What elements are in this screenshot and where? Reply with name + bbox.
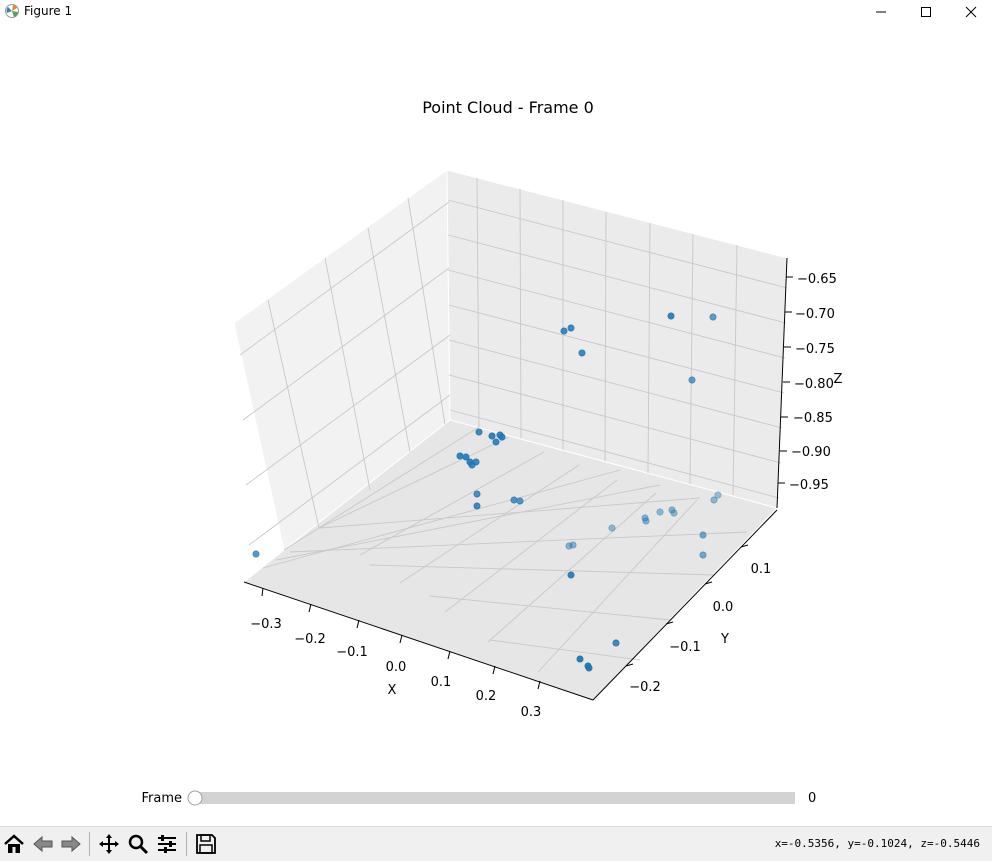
point-marker (468, 461, 476, 469)
point-marker (567, 571, 575, 579)
pan-button[interactable] (95, 831, 123, 857)
x-tick-label: 0.2 (476, 689, 497, 704)
point-marker (608, 524, 616, 532)
point-marker (656, 508, 664, 516)
minimize-icon (876, 11, 886, 13)
figure-canvas[interactable]: Point Cloud - Frame 0 −0.3 −0.2 −0.1 0.0… (0, 24, 992, 826)
zoom-icon (128, 834, 149, 855)
window-title: Figure 1 (24, 4, 73, 18)
toolbar-separator (89, 832, 90, 856)
home-button[interactable] (0, 831, 28, 857)
point-marker (510, 496, 518, 504)
point-marker (585, 664, 593, 672)
z-tick-label: −0.90 (791, 445, 831, 460)
z-tick-labels: −0.65 −0.70 −0.75 −0.80 −0.85 −0.90 −0.9… (789, 272, 837, 493)
slider-label: Frame (141, 791, 182, 806)
slider-handle[interactable] (187, 790, 203, 806)
x-tick-label: 0.3 (521, 705, 542, 720)
z-axis-label: Z (834, 372, 843, 387)
point-marker (498, 433, 506, 441)
point-marker (688, 376, 696, 384)
point-marker (516, 497, 524, 505)
save-button[interactable] (192, 831, 220, 857)
point-marker (670, 509, 678, 517)
y-tick-label: 0.0 (713, 600, 734, 615)
point-marker (714, 491, 722, 499)
point-marker (488, 432, 496, 440)
pan-icon (99, 834, 119, 854)
subplots-config-button[interactable] (153, 831, 181, 857)
x-tick-label: 0.1 (431, 675, 452, 690)
subplots-config-icon (158, 835, 176, 853)
back-button[interactable] (29, 831, 57, 857)
point-marker (475, 428, 483, 436)
point-marker (709, 313, 717, 321)
navigation-toolbar: x=-0.5356, y=-0.1024, z=-0.5446 (0, 826, 992, 861)
point-marker (642, 517, 650, 525)
point-marker (492, 438, 500, 446)
point-marker (252, 550, 260, 558)
point-marker (473, 490, 481, 498)
back-arrow-icon (33, 835, 53, 853)
point-marker (699, 551, 707, 559)
point-marker (473, 502, 481, 510)
plot-svg: Point Cloud - Frame 0 −0.3 −0.2 −0.1 0.0… (141, 98, 843, 806)
x-tick-label: −0.1 (336, 645, 368, 660)
figure-title: Point Cloud - Frame 0 (422, 98, 594, 117)
close-icon (965, 6, 977, 18)
zoom-button[interactable] (124, 831, 152, 857)
point-marker (612, 639, 620, 647)
z-tick-label: −0.80 (794, 377, 834, 392)
z-tick-label: −0.75 (795, 342, 835, 357)
matplotlib-app-icon (5, 4, 19, 18)
z-tick-label: −0.95 (789, 478, 829, 493)
y-tick-label: −0.2 (629, 680, 661, 695)
y-tick-label: 0.1 (751, 562, 772, 577)
window-titlebar: Figure 1 (0, 0, 992, 24)
minimize-button[interactable] (858, 0, 904, 24)
home-icon (4, 834, 24, 853)
close-button[interactable] (948, 0, 992, 24)
x-axis-label: X (388, 683, 397, 698)
z-tick-label: −0.85 (793, 411, 833, 426)
point-marker (576, 655, 584, 663)
point-marker (699, 531, 707, 539)
slider-value: 0 (808, 791, 816, 806)
maximize-button[interactable] (903, 0, 949, 24)
point-marker (560, 327, 568, 335)
save-icon (196, 834, 216, 854)
x-tick-label: −0.2 (294, 632, 326, 647)
slider-track[interactable] (195, 792, 795, 804)
forward-arrow-icon (61, 835, 81, 853)
point-marker (456, 452, 464, 460)
cursor-coordinates: x=-0.5356, y=-0.1024, z=-0.5446 (774, 837, 980, 850)
point-marker (569, 541, 577, 549)
x-tick-label: 0.0 (386, 660, 407, 675)
maximize-icon (921, 7, 931, 17)
y-axis-label: Y (720, 632, 729, 647)
y-tick-label: −0.1 (669, 640, 701, 655)
toolbar-separator (186, 832, 187, 856)
point-marker (578, 349, 586, 357)
x-tick-label: −0.3 (250, 617, 282, 632)
z-tick-label: −0.70 (795, 307, 835, 322)
point-marker (567, 324, 575, 332)
point-marker (667, 312, 675, 320)
forward-button[interactable] (57, 831, 85, 857)
z-tick-label: −0.65 (797, 272, 837, 287)
